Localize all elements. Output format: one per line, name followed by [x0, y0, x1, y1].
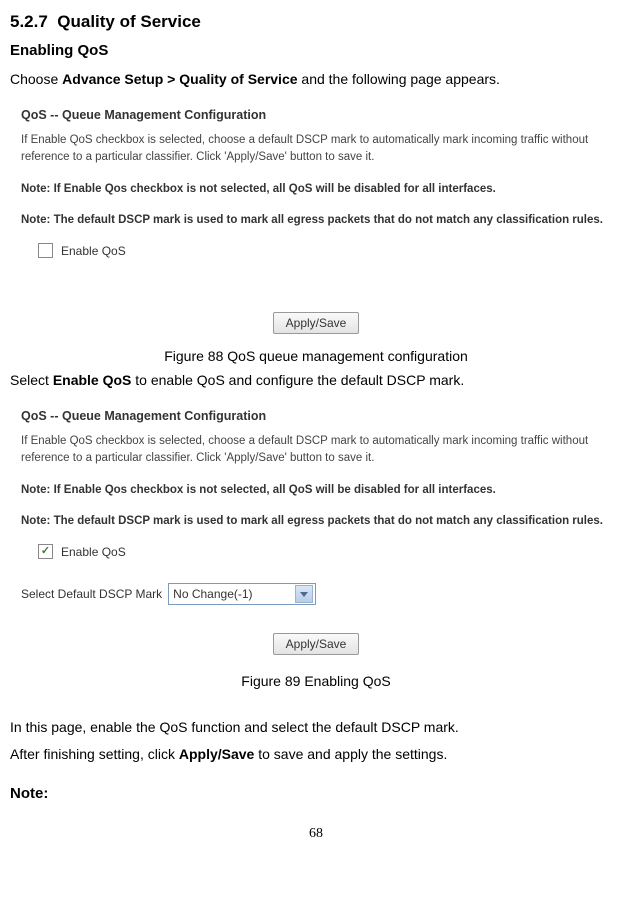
- apply-button-row-2: Apply/Save: [18, 633, 614, 655]
- closing2-bold: Apply/Save: [179, 746, 254, 762]
- section-heading: 5.2.7 Quality of Service: [10, 12, 622, 32]
- intro-prefix: Choose: [10, 71, 62, 87]
- closing2-suffix: to save and apply the settings.: [254, 746, 447, 762]
- chevron-down-icon: [295, 585, 313, 603]
- figure-89-caption: Figure 89 Enabling QoS: [10, 673, 622, 689]
- section-title: Quality of Service: [57, 12, 201, 31]
- screenshot-panel-2: QoS -- Queue Management Configuration If…: [10, 397, 622, 667]
- mid-prefix: Select: [10, 372, 53, 388]
- dscp-select[interactable]: No Change(-1): [168, 583, 316, 605]
- enable-qos-checkbox-checked[interactable]: [38, 544, 53, 559]
- enable-qos-label-2: Enable QoS: [61, 545, 126, 559]
- intro-paragraph: Choose Advance Setup > Quality of Servic…: [10, 69, 622, 90]
- panel1-title: QoS -- Queue Management Configuration: [21, 108, 614, 122]
- closing-line-1: In this page, enable the QoS function an…: [10, 717, 622, 738]
- enable-qos-checkbox-unchecked[interactable]: [38, 243, 53, 258]
- panel1-note1: Note: If Enable Qos checkbox is not sele…: [21, 181, 611, 198]
- section-number: 5.2.7: [10, 12, 48, 31]
- mid-paragraph: Select Enable QoS to enable QoS and conf…: [10, 370, 622, 391]
- intro-suffix: and the following page appears.: [298, 71, 500, 87]
- apply-save-button-1[interactable]: Apply/Save: [273, 312, 360, 334]
- page-number: 68: [10, 826, 622, 842]
- panel2-desc: If Enable QoS checkbox is selected, choo…: [21, 433, 611, 468]
- note-heading: Note:: [10, 785, 622, 802]
- subheading-enabling-qos: Enabling QoS: [10, 42, 622, 59]
- enable-qos-label-1: Enable QoS: [61, 244, 126, 258]
- panel2-title: QoS -- Queue Management Configuration: [21, 409, 614, 423]
- panel1-desc: If Enable QoS checkbox is selected, choo…: [21, 132, 611, 167]
- panel2-note2: Note: The default DSCP mark is used to m…: [21, 513, 611, 530]
- screenshot-panel-1: QoS -- Queue Management Configuration If…: [10, 96, 622, 346]
- apply-save-button-2[interactable]: Apply/Save: [273, 633, 360, 655]
- figure-88-caption: Figure 88 QoS queue management configura…: [10, 348, 622, 364]
- intro-bold: Advance Setup > Quality of Service: [62, 71, 297, 87]
- enable-qos-row-1: Enable QoS: [38, 243, 611, 258]
- mid-suffix: to enable QoS and configure the default …: [131, 372, 464, 388]
- panel1-note2: Note: The default DSCP mark is used to m…: [21, 212, 611, 229]
- dscp-select-row: Select Default DSCP Mark No Change(-1): [21, 583, 611, 605]
- closing2-prefix: After finishing setting, click: [10, 746, 179, 762]
- enable-qos-row-2: Enable QoS: [38, 544, 611, 559]
- mid-bold: Enable QoS: [53, 372, 132, 388]
- dscp-select-label: Select Default DSCP Mark: [21, 587, 162, 601]
- apply-button-row-1: Apply/Save: [18, 312, 614, 334]
- closing-line-2: After finishing setting, click Apply/Sav…: [10, 744, 622, 765]
- dscp-select-value: No Change(-1): [173, 587, 252, 601]
- panel2-note1: Note: If Enable Qos checkbox is not sele…: [21, 482, 611, 499]
